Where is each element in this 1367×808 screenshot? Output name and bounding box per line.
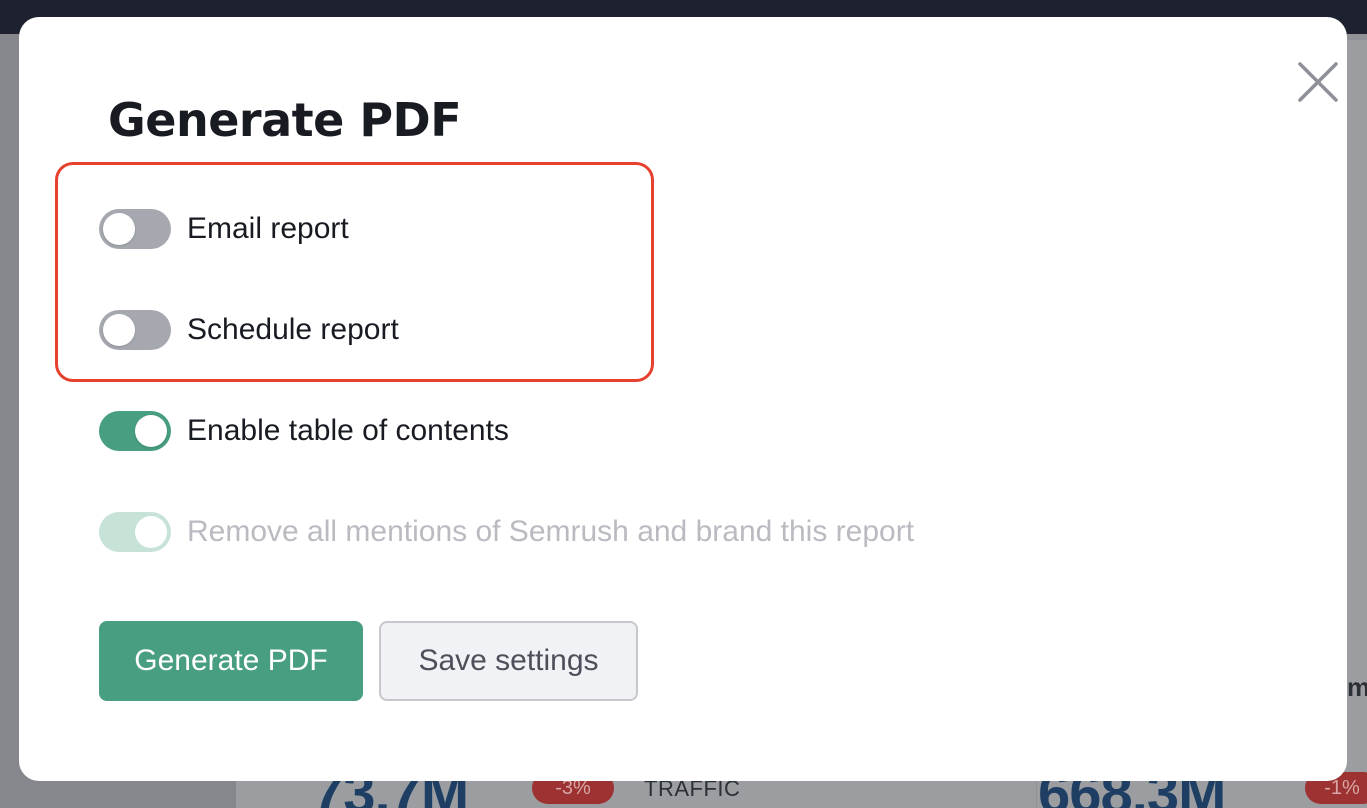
- white-label-toggle: [99, 512, 171, 552]
- save-settings-button[interactable]: Save settings: [379, 621, 638, 701]
- white-label-label: Remove all mentions of Semrush and brand…: [187, 515, 915, 548]
- email-report-toggle[interactable]: [99, 209, 171, 249]
- dialog-title: Generate PDF: [108, 93, 462, 147]
- close-icon: [1298, 62, 1338, 102]
- table-of-contents-toggle[interactable]: [99, 411, 171, 451]
- toggle-knob: [103, 213, 135, 245]
- schedule-report-option: Schedule report: [99, 310, 399, 350]
- email-report-option: Email report: [99, 209, 349, 249]
- generate-pdf-button[interactable]: Generate PDF: [99, 621, 363, 701]
- table-of-contents-label: Enable table of contents: [187, 414, 509, 447]
- email-report-label: Email report: [187, 212, 349, 245]
- toggle-knob: [103, 314, 135, 346]
- toggle-knob: [135, 415, 167, 447]
- white-label-option: Remove all mentions of Semrush and brand…: [99, 512, 914, 552]
- close-button[interactable]: [1297, 61, 1339, 103]
- schedule-report-toggle[interactable]: [99, 310, 171, 350]
- toggle-knob: [135, 516, 167, 548]
- schedule-report-label: Schedule report: [187, 313, 399, 346]
- table-of-contents-option: Enable table of contents: [99, 411, 509, 451]
- background-edge-text: m: [1347, 672, 1367, 702]
